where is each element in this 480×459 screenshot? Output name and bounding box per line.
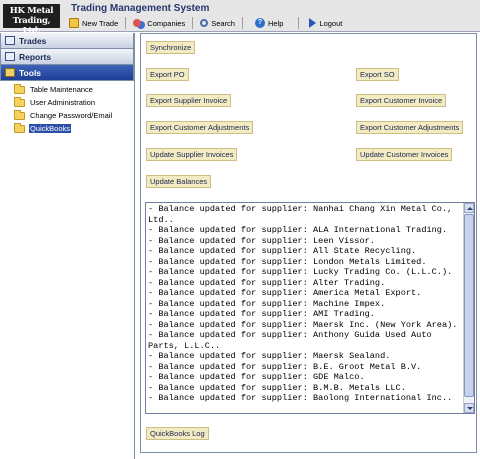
log-line: - Balance updated for supplier: Machine … — [148, 298, 386, 309]
log-line: - Balance updated for supplier: All Stat… — [148, 246, 417, 256]
tools-icon — [5, 68, 15, 77]
log-line: - Balance updated for supplier: London M… — [148, 256, 427, 267]
folder-icon — [14, 122, 25, 133]
tree-item-label: Change Password/Email — [30, 111, 113, 120]
search-icon — [200, 19, 209, 27]
log-line: - Balance updated for supplier: Lucky Tr… — [148, 267, 453, 277]
tools-tree: Table Maintenance User Administration Ch… — [0, 81, 134, 135]
log-line: - Balance updated for supplier: B.E. Gro… — [148, 361, 422, 372]
help-button[interactable]: ? Help — [245, 16, 288, 30]
folder-icon — [14, 83, 25, 94]
app-title: Trading Management System — [71, 3, 210, 14]
log-line: - Balance updated for supplier: Nanhai C… — [148, 204, 458, 225]
log-scrollbar[interactable] — [463, 203, 474, 413]
export-po-button[interactable]: Export PO — [146, 68, 189, 81]
help-icon: ? — [254, 18, 265, 28]
companies-button[interactable]: Companies — [128, 16, 190, 30]
search-label: Search — [211, 18, 235, 28]
log-textarea[interactable]: - Balance updated for supplier: Nanhai C… — [145, 202, 475, 414]
search-button[interactable]: Search — [195, 16, 240, 30]
log-line: - Balance updated for supplier: Anthony … — [148, 330, 437, 351]
sidebar: Trades Reports Tools Table Maintenance U… — [0, 33, 135, 459]
sidebar-section-label: Tools — [19, 67, 42, 78]
toolbar: New Trade Companies Search ? Help Logout — [64, 16, 347, 30]
app-header: HK Metal Trading, Ltd. Trading Managemen… — [0, 0, 480, 36]
tree-item-quickbooks[interactable]: QuickBooks — [14, 122, 134, 135]
quickbooks-log-button[interactable]: QuickBooks Log — [146, 427, 209, 440]
help-label: Help — [267, 18, 284, 28]
log-line: - Balance updated for supplier: B.M.B. M… — [148, 382, 406, 393]
scroll-thumb[interactable] — [464, 214, 474, 397]
log-line: - Balance updated for supplier: GDE Malc… — [148, 372, 365, 382]
logout-button[interactable]: Logout — [301, 16, 347, 30]
tree-item-label: QuickBooks — [29, 124, 72, 133]
log-line: - Balance updated for supplier: Alter Tr… — [148, 277, 386, 288]
log-line: - Balance updated for supplier: Leen Vis… — [148, 235, 375, 246]
companies-icon — [133, 19, 142, 27]
toolbar-separator — [298, 17, 300, 29]
logo-line-1: HK Metal — [9, 6, 54, 16]
export-supplier-invoice-button[interactable]: Export Supplier Invoice — [146, 94, 232, 107]
folder-icon — [14, 109, 25, 120]
tree-item-user-administration[interactable]: User Administration — [14, 96, 134, 109]
update-balances-button[interactable]: Update Balances — [146, 175, 212, 188]
toolbar-separator — [192, 17, 194, 29]
tree-item-table-maintenance[interactable]: Table Maintenance — [14, 83, 134, 96]
companies-label: Companies — [147, 18, 186, 28]
scroll-up-arrow-icon[interactable] — [464, 203, 474, 213]
log-line: - Balance updated for supplier: Maersk S… — [148, 351, 391, 361]
logout-icon — [309, 18, 317, 28]
synchronize-button[interactable]: Synchronize — [146, 41, 196, 54]
update-customer-invoices-button[interactable]: Update Customer Invoices — [356, 148, 453, 161]
folder-icon — [14, 96, 25, 107]
export-so-button[interactable]: Export SO — [356, 68, 399, 81]
log-line: - Balance updated for supplier: Maersk I… — [148, 319, 458, 330]
new-trade-button[interactable]: New Trade — [64, 16, 123, 30]
export-customer-adjustments-button-2[interactable]: Export Customer Adjustments — [356, 121, 464, 134]
sidebar-section-label: Reports — [19, 51, 52, 62]
sidebar-section-label: Trades — [19, 35, 47, 46]
log-line: - Balance updated for supplier: AMI Trad… — [148, 309, 375, 319]
log-line: - Balance updated for supplier: ALA Inte… — [148, 225, 448, 235]
tree-item-label: User Administration — [30, 98, 96, 107]
new-trade-icon — [69, 18, 79, 28]
toolbar-separator — [125, 17, 127, 29]
update-supplier-invoices-button[interactable]: Update Supplier Invoices — [146, 148, 238, 161]
scroll-down-arrow-icon[interactable] — [464, 403, 474, 413]
sidebar-section-tools[interactable]: Tools — [0, 65, 134, 81]
log-lines: - Balance updated for supplier: Nanhai C… — [148, 204, 460, 404]
toolbar-separator — [241, 17, 243, 29]
tree-item-change-password[interactable]: Change Password/Email — [14, 109, 134, 122]
export-customer-adjustments-button[interactable]: Export Customer Adjustments — [146, 121, 254, 134]
sidebar-section-trades[interactable]: Trades — [0, 33, 134, 49]
log-line: - Balance updated for supplier: Baolong … — [148, 393, 453, 403]
new-trade-label: New Trade — [82, 18, 119, 28]
tree-item-label: Table Maintenance — [30, 85, 93, 94]
log-line: - Balance updated for supplier: America … — [148, 288, 422, 298]
quickbooks-panel: Synchronize Export PO Export SO Export S… — [140, 33, 477, 453]
reports-icon — [5, 52, 15, 61]
logout-label: Logout — [319, 18, 343, 28]
trades-icon — [5, 36, 15, 45]
sidebar-section-reports[interactable]: Reports — [0, 49, 134, 65]
export-customer-invoice-button[interactable]: Export Customer Invoice — [356, 94, 447, 107]
company-logo: HK Metal Trading, Ltd. — [3, 4, 60, 36]
